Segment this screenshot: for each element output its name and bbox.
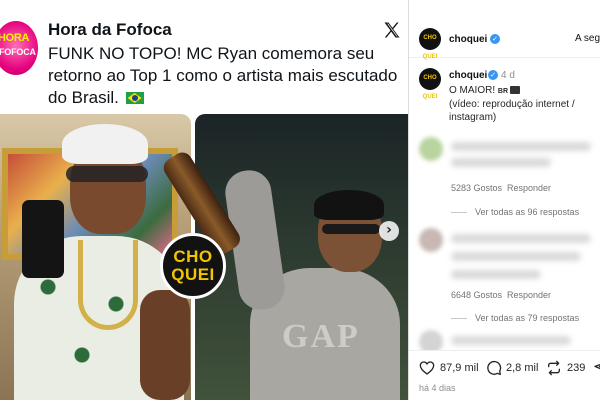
post-caption: O MAIOR! BR (vídeo: reprodução internet … [449,84,597,124]
choquei-avatar[interactable]: CHO QUEI [419,28,441,60]
avatar-logo-line2: FOFOCA [0,47,36,57]
brazil-flag-icon [125,92,144,104]
comment-text-blurred [451,252,581,261]
post-username[interactable]: choquei [449,70,487,81]
share-icon[interactable] [593,360,600,376]
comments-count[interactable]: 2,8 mil [506,362,538,374]
chevron-right-icon[interactable]: › [379,221,399,241]
comment-text-blurred [451,142,591,151]
comment-text-blurred [451,158,551,167]
gold-chain [78,240,138,330]
tweet-card: HORA FOFOCA Hora da Fofoca FUNK NO TOPO!… [0,0,408,400]
follow-button[interactable]: A seguir [575,33,600,44]
view-replies-text: Ver todas as 96 respostas [475,207,580,217]
comment-text-blurred [451,336,571,345]
choquei-watermark-logo: CHO QUEI [160,233,226,299]
comment-likes[interactable]: 5283 Gostos [451,183,502,193]
comment-text-blurred [451,270,541,279]
clapper-icon [510,86,521,94]
post-date: há 4 dias [419,383,456,393]
post-time[interactable]: 4 d [501,70,515,81]
caption-rest: (vídeo: reprodução internet / instagram) [449,99,575,123]
x-logo-icon [384,22,400,38]
comment-likes[interactable]: 6648 Gostos [451,290,502,300]
header-username[interactable]: choquei [449,34,487,45]
view-replies-text: Ver todas as 79 respostas [475,313,580,323]
sweater-logo-text: GAP [282,318,360,355]
hora-da-fofoca-avatar[interactable]: HORA FOFOCA [0,21,38,75]
comment-avatar[interactable] [419,228,443,252]
post-avatar-text-1: CHO [423,75,437,81]
comment-text-blurred [451,234,591,243]
avatar-logo-line1: HORA [0,32,30,44]
caption-flag: BR [497,88,509,95]
post-action-bar: 87,9 mil 2,8 mil 239 há 4 dias [409,350,600,400]
white-cap [62,124,148,164]
avatar-text-2: QUEI [422,54,438,60]
instagram-header: CHO QUEI choquei ✓ [409,22,600,60]
view-replies-link[interactable]: Ver todas as 96 respostas [451,207,579,217]
avatar-text: CHO QUEI [419,28,441,61]
tweet-text-content: FUNK NO TOPO! MC Ryan comemora seu retor… [48,44,398,107]
account-name[interactable]: Hora da Fofoca [48,20,172,40]
person-right-hair [314,190,384,220]
caption-line1: O MAIOR! [449,85,496,96]
watermark-line2: QUEI [171,265,215,284]
comment-reply-button[interactable]: Responder [507,290,551,300]
comment-reply-button[interactable]: Responder [507,183,551,193]
instagram-panel: CHO QUEI choquei ✓ A seguir CHO QUEI choqu… [408,0,600,400]
post-avatar-text-2: QUEI [422,94,438,100]
verified-badge-icon: ✓ [490,34,500,44]
view-replies-link[interactable]: Ver todas as 79 respostas [451,313,579,323]
reposts-count[interactable]: 239 [567,362,585,374]
person-left-arm [140,290,190,400]
repost-icon[interactable] [546,360,562,376]
watermark-line1: CHO [173,247,213,266]
person-right-glasses [322,224,380,234]
heart-icon[interactable] [419,360,435,376]
post-verified-badge-icon: ✓ [488,70,498,80]
sunglasses [66,166,148,182]
smartphone [22,200,64,278]
comment-icon[interactable] [486,360,502,376]
avatar-text-1: CHO [423,35,437,41]
post-author-avatar[interactable]: CHO QUEI [419,68,441,100]
post-avatar-text: CHO QUEI [419,68,441,101]
comment-avatar[interactable] [419,137,443,161]
tweet-text: FUNK NO TOPO! MC Ryan comemora seu retor… [48,43,398,109]
likes-count[interactable]: 87,9 mil [440,362,479,374]
